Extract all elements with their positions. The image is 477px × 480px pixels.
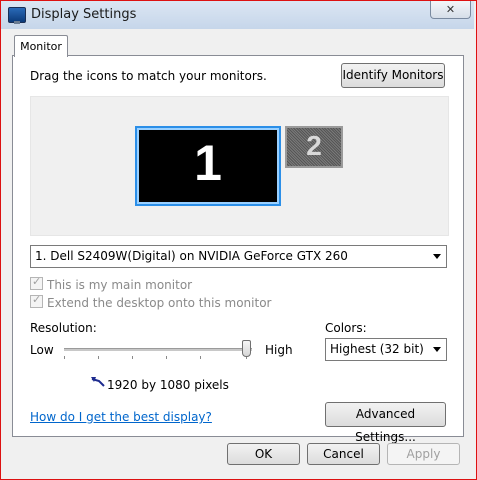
display-select-value: 1. Dell S2409W(Digital) on NVIDIA GeForc… <box>35 249 348 263</box>
resolution-value-text: 1920 by 1080 pixels <box>107 378 229 392</box>
resolution-low-label: Low <box>30 343 54 357</box>
slider-tick <box>166 356 167 359</box>
close-button[interactable]: ✕ <box>430 1 471 19</box>
display-icon <box>8 7 26 24</box>
main-monitor-label: This is my main monitor <box>47 278 193 292</box>
colors-select-value: Highest (32 bit) <box>330 342 424 356</box>
instruction-text: Drag the icons to match your monitors. <box>30 69 267 83</box>
monitor-1-icon[interactable]: 1 <box>135 126 281 206</box>
resolution-label: Resolution: <box>30 321 97 335</box>
resize-arrow-icon <box>91 377 105 387</box>
resolution-slider-thumb[interactable] <box>242 340 251 357</box>
extend-desktop-label: Extend the desktop onto this monitor <box>47 296 272 310</box>
slider-tick <box>132 356 133 359</box>
extend-desktop-checkbox-row[interactable]: ✓ Extend the desktop onto this monitor <box>30 293 272 310</box>
best-display-help-link[interactable]: How do I get the best display? <box>30 410 212 424</box>
close-icon: ✕ <box>445 3 456 16</box>
main-monitor-checkbox-row[interactable]: ✓ This is my main monitor <box>30 275 193 292</box>
cancel-button[interactable]: Cancel <box>307 443 380 465</box>
monitor-2-number: 2 <box>306 130 322 161</box>
checkmark-icon: ✓ <box>32 275 42 288</box>
checkmark-icon: ✓ <box>32 293 42 306</box>
ok-button[interactable]: OK <box>227 443 300 465</box>
monitor-2-icon[interactable]: 2 <box>285 126 343 168</box>
monitor-1-number: 1 <box>194 135 222 191</box>
extend-desktop-checkbox[interactable]: ✓ <box>30 293 43 308</box>
colors-select[interactable]: Highest (32 bit) <box>325 338 447 361</box>
tab-monitor[interactable]: Monitor <box>14 35 68 57</box>
display-select[interactable]: 1. Dell S2409W(Digital) on NVIDIA GeForc… <box>30 245 447 268</box>
window-title: Display Settings <box>31 7 137 22</box>
title-bar[interactable]: Display Settings <box>1 1 474 29</box>
advanced-settings-button[interactable]: Advanced Settings... <box>325 402 446 444</box>
chevron-down-icon <box>433 347 441 352</box>
slider-tick <box>200 356 201 359</box>
resolution-high-label: High <box>265 343 293 357</box>
chevron-down-icon <box>433 254 441 259</box>
apply-button[interactable]: Apply <box>387 443 460 465</box>
main-monitor-checkbox[interactable]: ✓ <box>30 275 43 290</box>
slider-tick <box>64 356 65 359</box>
resolution-slider-track[interactable] <box>64 348 252 351</box>
colors-label: Colors: <box>325 321 367 335</box>
slider-tick <box>98 356 99 359</box>
identify-monitors-button[interactable]: Identify Monitors <box>341 63 445 88</box>
